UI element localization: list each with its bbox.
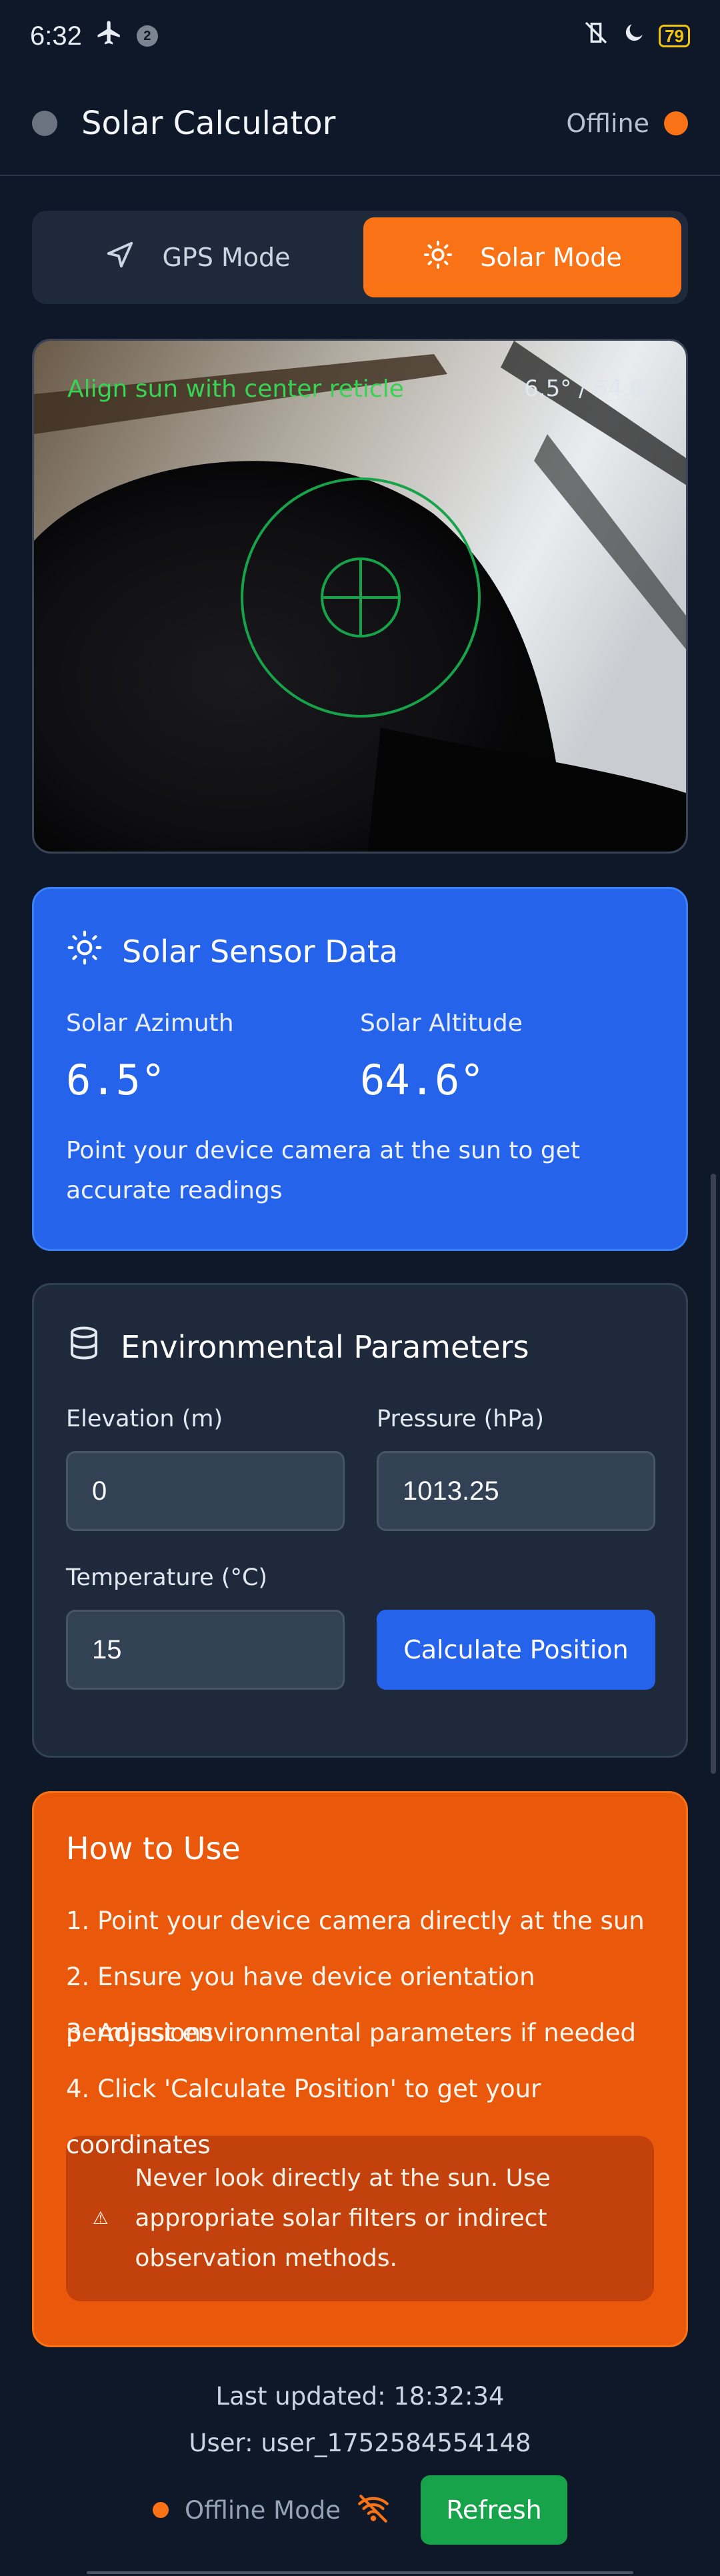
camera-viewport[interactable]: Align sun with center reticle 6.5° / 64.…	[32, 339, 688, 854]
connection-status-label: Offline	[566, 109, 649, 138]
pressure-input[interactable]: 1013.25	[377, 1451, 655, 1531]
crosshair-vertical	[359, 559, 362, 636]
database-icon	[66, 1325, 102, 1368]
status-bar: 6:32 2 79	[0, 0, 720, 72]
azimuth-label: Solar Azimuth	[66, 1010, 234, 1037]
sensor-card-title: Solar Sensor Data	[122, 933, 398, 970]
how-to-use-card: How to Use 1. Point your device camera d…	[32, 1791, 688, 2347]
gps-mode-button[interactable]: GPS Mode	[39, 217, 357, 297]
azimuth-value: 6.5°	[66, 1056, 166, 1104]
solar-mode-button[interactable]: Solar Mode	[363, 217, 681, 297]
wifi-off-icon	[357, 2492, 390, 2528]
sensor-instruction-text: Point your device camera at the sun to g…	[66, 1137, 580, 1204]
user-id-text: User: user_1752584554148	[189, 2429, 531, 2457]
instruction-step: 2. Ensure you have device orientation pe…	[66, 1963, 535, 2047]
refresh-button[interactable]: Refresh	[420, 2475, 567, 2545]
offline-mode-label: Offline Mode	[185, 2495, 341, 2525]
solar-mode-label: Solar Mode	[480, 243, 622, 272]
elevation-input[interactable]: 0	[66, 1451, 345, 1531]
altitude-label: Solar Altitude	[360, 1010, 523, 1037]
how-to-use-title: How to Use	[66, 1830, 241, 1866]
instruction-step: 1. Point your device camera directly at …	[66, 1906, 645, 1935]
solar-sensor-card: Solar Sensor Data Solar Azimuth 6.5° Sol…	[32, 887, 688, 1251]
calculate-position-button[interactable]: Calculate Position	[377, 1610, 655, 1690]
battery-indicator: 79	[659, 25, 690, 47]
app-status-dot	[32, 111, 57, 136]
offline-indicator-dot	[664, 111, 688, 135]
instruction-list: 1. Point your device camera directly at …	[66, 1893, 654, 2159]
pressure-label: Pressure (hPa)	[377, 1406, 545, 1432]
do-not-disturb-moon-icon	[621, 20, 647, 52]
footer-status-bar: Offline Mode Refresh	[0, 2475, 720, 2545]
airplane-mode-icon	[95, 19, 123, 53]
navigation-arrow-icon	[105, 239, 135, 276]
page-title: Solar Calculator	[81, 105, 336, 142]
gps-mode-label: GPS Mode	[162, 243, 291, 272]
safety-warning-text: Never look directly at the sun. Use appr…	[135, 2165, 551, 2272]
instruction-step: 3. Adjust environmental parameters if ne…	[66, 2019, 636, 2047]
instruction-step: 4. Click 'Calculate Position' to get you…	[66, 2075, 541, 2159]
home-indicator[interactable]	[87, 2571, 633, 2574]
offline-indicator-dot	[153, 2502, 169, 2518]
scrollbar[interactable]	[711, 1174, 716, 1774]
last-updated-text: Last updated: 18:32:34	[215, 2382, 505, 2411]
notification-count-badge: 2	[136, 25, 158, 47]
elevation-label: Elevation (m)	[66, 1406, 223, 1432]
clock: 6:32	[30, 21, 82, 51]
temperature-input[interactable]: 15	[66, 1610, 345, 1690]
mode-toggle: GPS Mode Solar Mode	[32, 211, 688, 304]
temperature-label: Temperature (°C)	[66, 1564, 268, 1591]
warning-icon: ⚠	[93, 2209, 109, 2229]
sun-icon	[66, 929, 103, 974]
vibrate-off-icon	[583, 19, 609, 53]
camera-angle-readout: 6.5° / 64.6°	[524, 375, 655, 402]
environmental-parameters-card: Environmental Parameters Elevation (m) 0…	[32, 1283, 688, 1758]
altitude-value: 64.6°	[360, 1056, 485, 1104]
safety-warning-box: ⚠ Never look directly at the sun. Use ap…	[66, 2136, 654, 2301]
app-header: Solar Calculator Offline	[0, 72, 720, 176]
connection-status: Offline	[566, 109, 688, 138]
camera-hint-text: Align sun with center reticle	[67, 375, 404, 403]
environment-card-title: Environmental Parameters	[121, 1328, 529, 1365]
sun-icon	[423, 239, 453, 276]
